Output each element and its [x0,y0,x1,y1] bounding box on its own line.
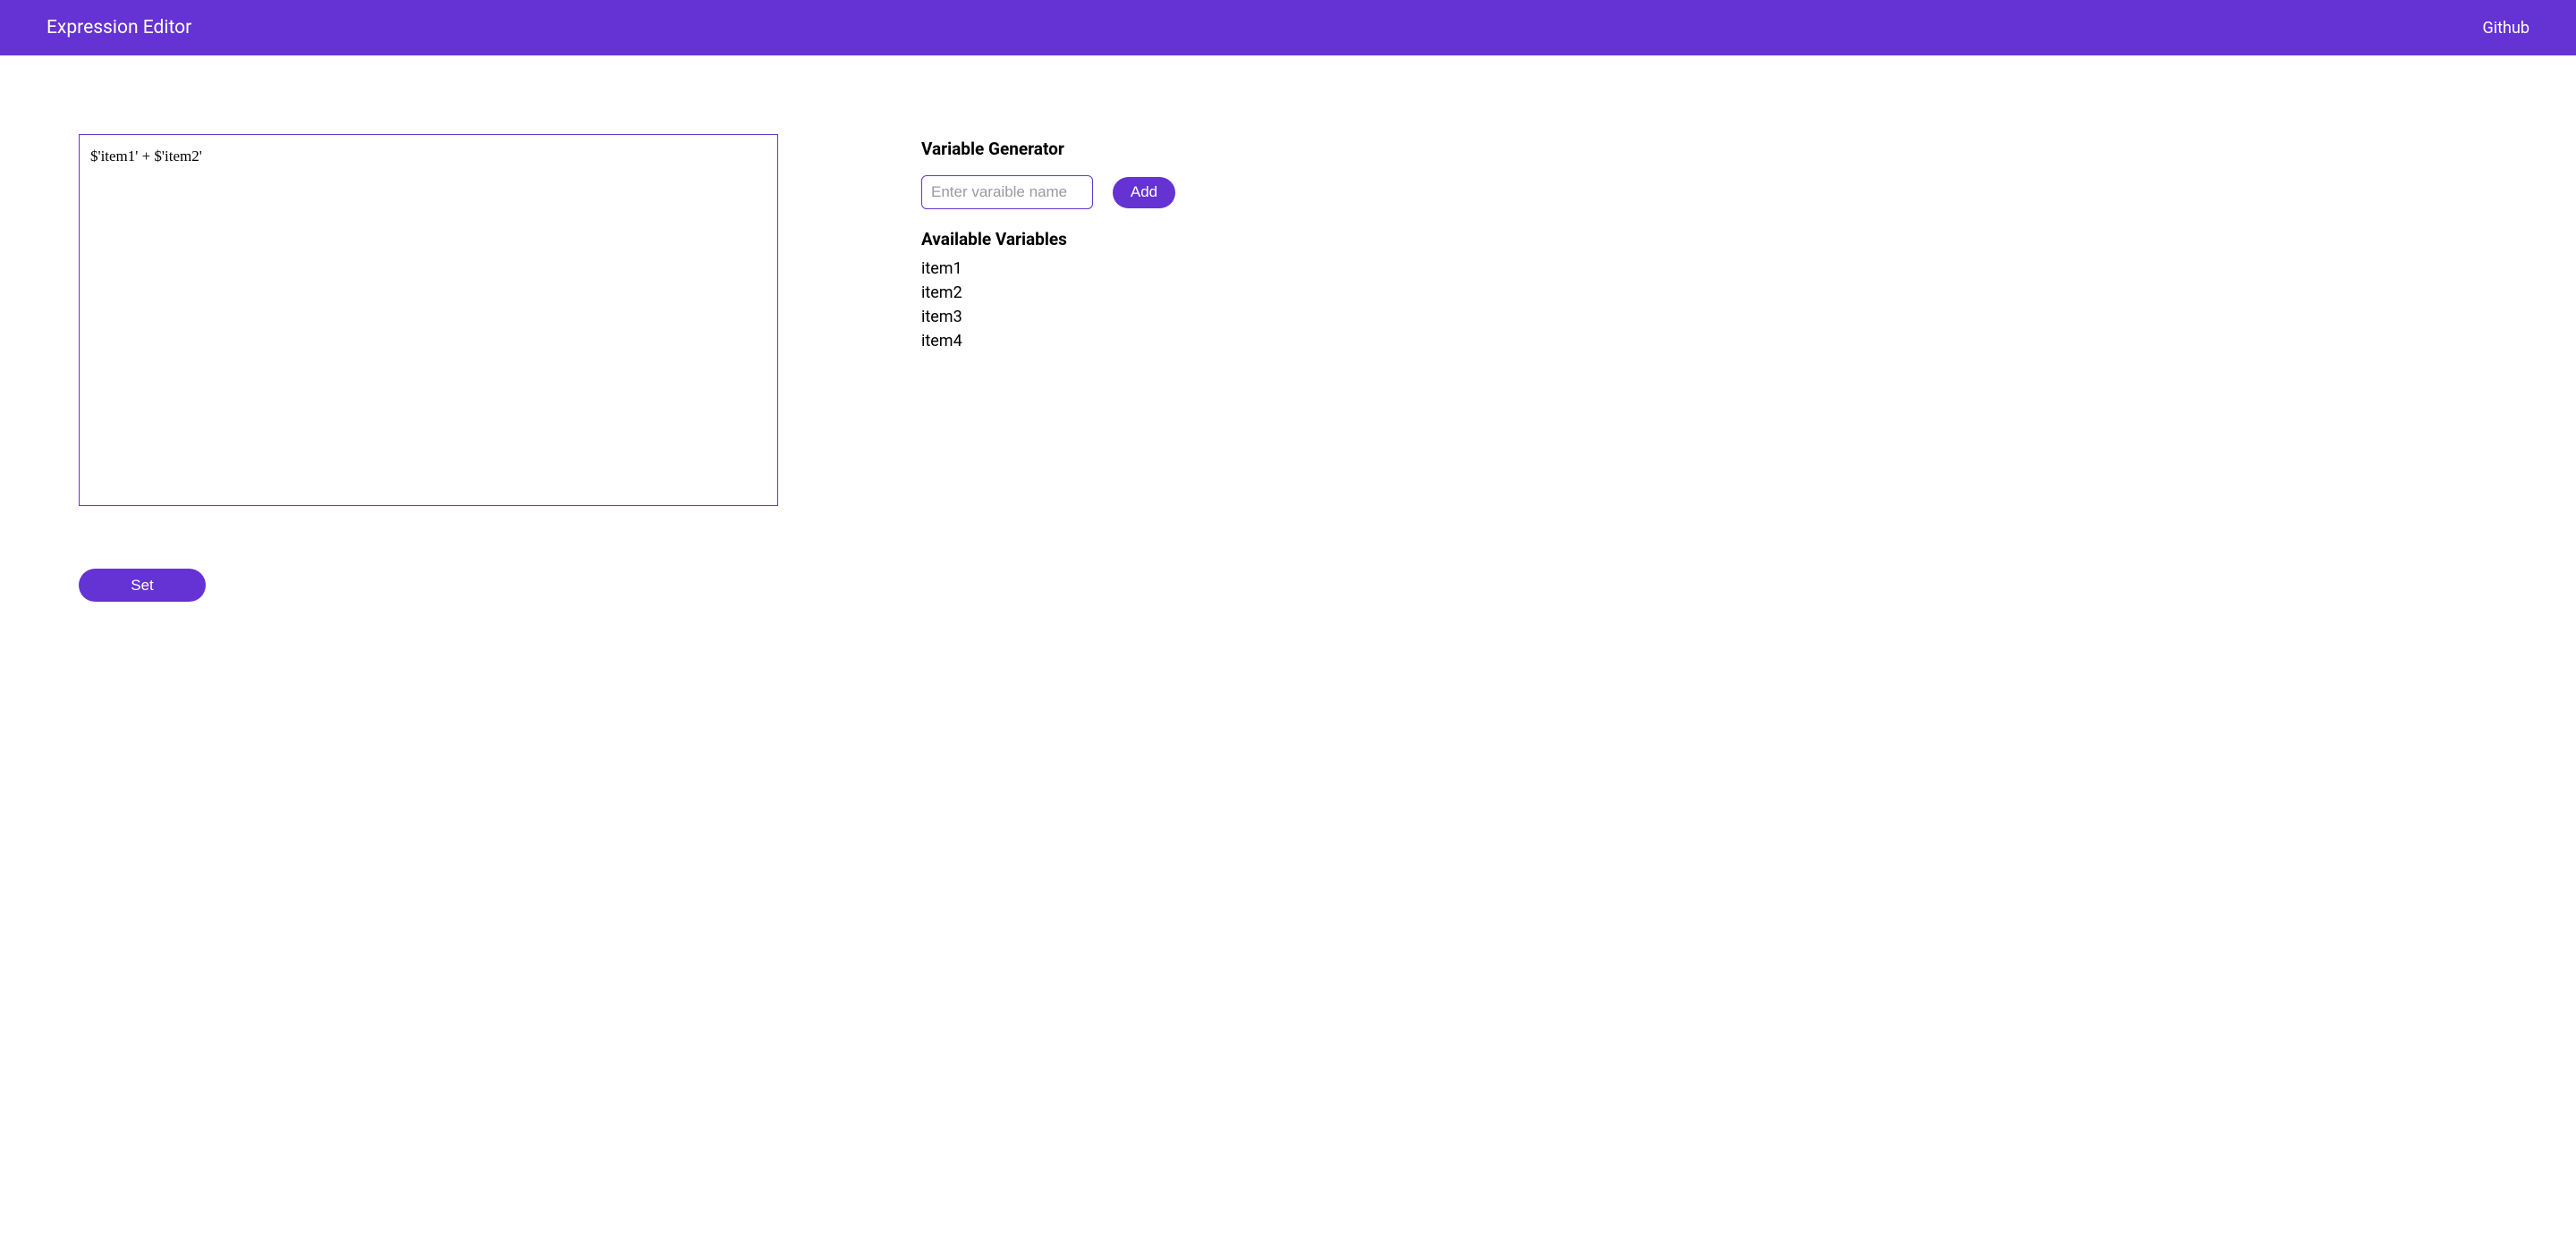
left-column: $'item1' + $'item2' Set [79,134,778,602]
variable-generator-heading: Variable Generator [921,139,1175,159]
main-container: $'item1' + $'item2' Set Variable Generat… [0,55,2576,602]
app-title: Expression Editor [47,17,191,38]
add-button[interactable]: Add [1113,177,1175,208]
github-link[interactable]: Github [2483,19,2529,38]
variable-name-input[interactable] [921,175,1093,209]
variable-list: item1 item2 item3 item4 [921,257,1175,353]
available-variables-heading: Available Variables [921,229,1175,249]
navbar: Expression Editor Github [0,0,2576,55]
variable-item[interactable]: item3 [921,305,1175,329]
variable-item[interactable]: item4 [921,329,1175,353]
variable-item[interactable]: item2 [921,281,1175,305]
variable-input-row: Add [921,175,1175,209]
set-button[interactable]: Set [79,569,206,602]
variable-item[interactable]: item1 [921,257,1175,281]
right-column: Variable Generator Add Available Variabl… [921,134,1175,602]
expression-editor[interactable]: $'item1' + $'item2' [79,134,778,506]
